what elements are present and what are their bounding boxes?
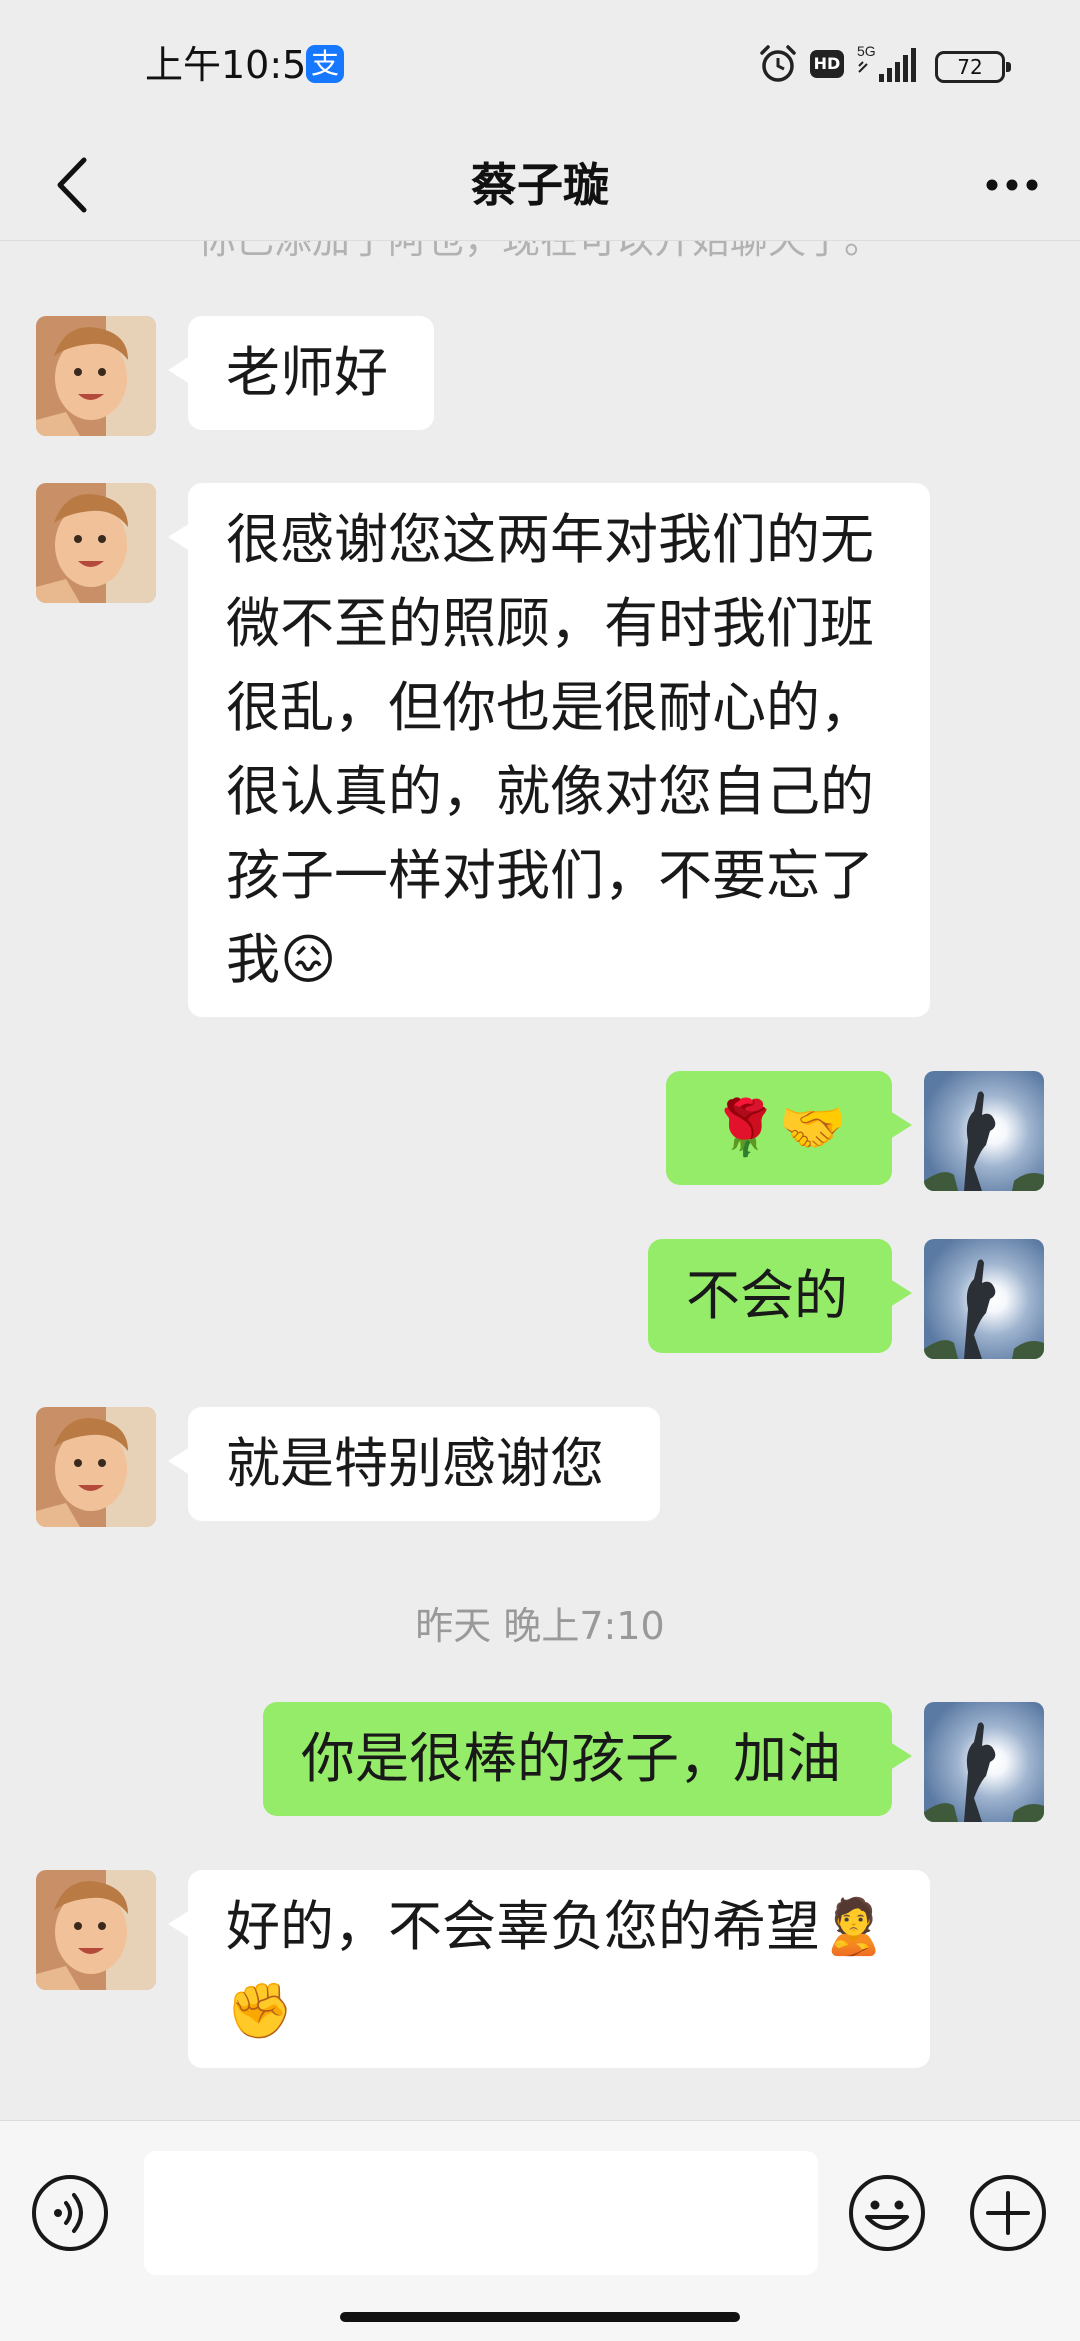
contact-avatar[interactable]	[36, 1870, 156, 1990]
user-avatar[interactable]	[924, 1071, 1044, 1191]
voice-icon	[32, 2175, 108, 2251]
hd-icon: HD	[810, 50, 844, 78]
message-bubble-incoming[interactable]: 很感谢您这两年对我们的无微不至的照顾，有时我们班很乱，但你也是很耐心的，很认真的…	[168, 483, 930, 1017]
message-bubble-incoming[interactable]: 好的，不会辜负您的希望🙎✊	[168, 1870, 930, 2068]
message-bubble-incoming[interactable]: 就是特别感谢您	[168, 1407, 660, 1521]
message-input[interactable]	[144, 2151, 818, 2275]
contact-avatar[interactable]	[36, 1407, 156, 1527]
more-button[interactable]	[960, 140, 1060, 230]
chat-title: 蔡子璇	[471, 158, 609, 212]
message-row: 老师好	[0, 316, 1080, 456]
contact-avatar[interactable]	[36, 316, 156, 436]
emoji-icon	[849, 2175, 925, 2251]
message-row: 你是很棒的孩子，加油	[0, 1702, 1080, 1842]
plus-icon	[970, 2175, 1046, 2251]
status-time: 上午10:53	[145, 43, 331, 87]
more-dots-icon	[986, 179, 1038, 191]
alipay-icon: 支	[306, 45, 344, 83]
message-bubble-outgoing[interactable]: 不会的	[648, 1239, 912, 1353]
plus-button[interactable]	[968, 2173, 1048, 2253]
status-bar: 上午10:53 支 HD 5G 72	[0, 0, 1080, 130]
nav-bar: 蔡子璇	[0, 130, 1080, 241]
message-row: 不会的	[0, 1239, 1080, 1379]
message-bubble-incoming[interactable]: 老师好	[168, 316, 434, 430]
battery-icon: 72	[935, 51, 1011, 83]
message-bubble-outgoing[interactable]: 🌹🤝	[666, 1071, 912, 1185]
message-row: 很感谢您这两年对我们的无微不至的照顾，有时我们班很乱，但你也是很耐心的，很认真的…	[0, 483, 1080, 1043]
chat-area[interactable]: 你已添加了阿也，现在可以开始聊天了。 老师好 很感谢您这两年对我们的无微不至的照…	[0, 241, 1080, 2120]
back-button[interactable]	[30, 140, 120, 230]
message-row: 🌹🤝	[0, 1071, 1080, 1211]
message-row: 好的，不会辜负您的希望🙎✊	[0, 1870, 1080, 2100]
user-avatar[interactable]	[924, 1702, 1044, 1822]
alarm-icon	[760, 45, 796, 82]
voice-button[interactable]	[30, 2173, 110, 2253]
chevron-left-icon	[57, 157, 87, 213]
home-indicator[interactable]	[340, 2312, 740, 2322]
system-notice: 你已添加了阿也，现在可以开始聊天了。	[0, 241, 1080, 264]
message-row: 就是特别感谢您	[0, 1407, 1080, 1547]
emoji-button[interactable]	[847, 2173, 927, 2253]
input-bar	[0, 2120, 1080, 2341]
chat-timestamp: 昨天 晚上7:10	[415, 1604, 665, 1648]
network-label: 5G	[857, 43, 876, 59]
signal-icon: 5G	[857, 43, 916, 82]
user-avatar[interactable]	[924, 1239, 1044, 1359]
contact-avatar[interactable]	[36, 483, 156, 603]
message-bubble-outgoing[interactable]: 你是很棒的孩子，加油	[263, 1702, 912, 1816]
